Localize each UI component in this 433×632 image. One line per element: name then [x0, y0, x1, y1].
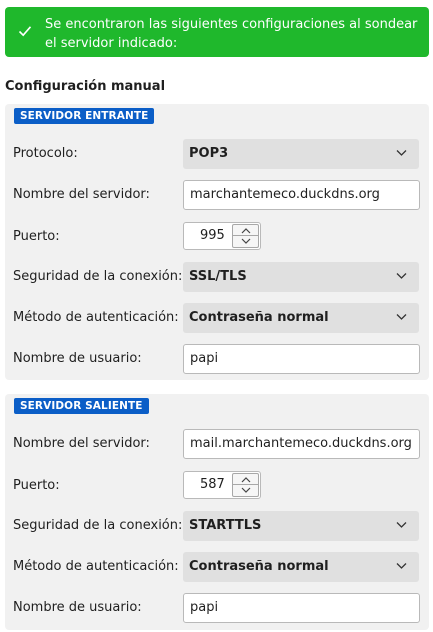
outgoing-server-row: Nombre del servidor: mail.marchantemeco.…: [5, 429, 429, 459]
check-icon: [18, 26, 32, 37]
chevron-down-icon: [396, 314, 407, 320]
outgoing-security-row: Seguridad de la conexión: STARTTLS: [5, 511, 429, 541]
outgoing-security-value: STARTTLS: [189, 518, 262, 533]
incoming-user-value: papi: [190, 351, 219, 366]
chevron-down-icon: [241, 238, 251, 244]
outgoing-auth-row: Método de autenticación: Contraseña norm…: [5, 552, 429, 582]
incoming-protocol-label: Protocolo:: [13, 146, 78, 161]
incoming-security-value: SSL/TLS: [189, 269, 247, 284]
incoming-port-value: 995: [200, 228, 225, 243]
outgoing-auth-select[interactable]: Contraseña normal: [183, 552, 419, 582]
outgoing-port-row: Puerto: 587: [5, 471, 429, 501]
incoming-server-group: SERVIDOR ENTRANTE Protocolo: POP3 Nombre…: [5, 104, 429, 380]
chevron-up-icon: [241, 228, 251, 234]
incoming-server-row: Nombre del servidor: marchantemeco.duckd…: [5, 180, 429, 210]
outgoing-user-label: Nombre de usuario:: [13, 600, 142, 615]
success-banner: Se encontraron las siguientes configurac…: [5, 7, 429, 57]
outgoing-server-label: Nombre del servidor:: [13, 436, 150, 451]
incoming-user-row: Nombre de usuario: papi: [5, 344, 429, 374]
outgoing-auth-value: Contraseña normal: [189, 559, 329, 574]
outgoing-port-stepper[interactable]: 587: [183, 471, 261, 499]
incoming-server-value: marchantemeco.duckdns.org: [190, 187, 380, 202]
outgoing-user-row: Nombre de usuario: papi: [5, 593, 429, 623]
chevron-down-icon: [396, 522, 407, 528]
incoming-user-input[interactable]: papi: [183, 344, 420, 374]
outgoing-server-title: SERVIDOR SALIENTE: [14, 398, 149, 414]
incoming-protocol-select[interactable]: POP3: [183, 139, 419, 169]
incoming-port-stepper[interactable]: 995: [183, 222, 261, 250]
incoming-security-row: Seguridad de la conexión: SSL/TLS: [5, 262, 429, 292]
chevron-down-icon: [241, 487, 251, 493]
incoming-auth-row: Método de autenticación: Contraseña norm…: [5, 303, 429, 333]
section-title: Configuración manual: [5, 79, 166, 94]
chevron-down-icon: [396, 273, 407, 279]
outgoing-user-value: papi: [190, 600, 219, 615]
incoming-protocol-value: POP3: [189, 146, 229, 161]
outgoing-auth-label: Método de autenticación:: [13, 559, 179, 574]
outgoing-port-decrement-button[interactable]: [232, 485, 259, 497]
incoming-auth-label: Método de autenticación:: [13, 310, 179, 325]
outgoing-server-group: SERVIDOR SALIENTE Nombre del servidor: m…: [5, 394, 429, 630]
incoming-port-label: Puerto:: [13, 229, 60, 244]
incoming-port-row: Puerto: 995: [5, 222, 429, 252]
chevron-down-icon: [396, 563, 407, 569]
outgoing-security-label: Seguridad de la conexión:: [13, 518, 183, 533]
outgoing-user-input[interactable]: papi: [183, 593, 420, 623]
incoming-server-input[interactable]: marchantemeco.duckdns.org: [183, 180, 420, 210]
outgoing-server-value: mail.marchantemeco.duckdns.org: [190, 436, 412, 451]
incoming-auth-select[interactable]: Contraseña normal: [183, 303, 419, 333]
incoming-security-select[interactable]: SSL/TLS: [183, 262, 419, 292]
incoming-port-increment-button[interactable]: [232, 224, 259, 236]
banner-message: Se encontraron las siguientes configurac…: [45, 17, 418, 51]
incoming-port-decrement-button[interactable]: [232, 236, 259, 248]
incoming-protocol-row: Protocolo: POP3: [5, 139, 429, 169]
incoming-server-label: Nombre del servidor:: [13, 187, 150, 202]
incoming-server-title: SERVIDOR ENTRANTE: [14, 108, 155, 124]
incoming-user-label: Nombre de usuario:: [13, 351, 142, 366]
chevron-down-icon: [396, 150, 407, 156]
outgoing-port-increment-button[interactable]: [232, 473, 259, 485]
chevron-up-icon: [241, 477, 251, 483]
incoming-auth-value: Contraseña normal: [189, 310, 329, 325]
outgoing-port-value: 587: [200, 477, 225, 492]
outgoing-server-input[interactable]: mail.marchantemeco.duckdns.org: [183, 429, 420, 459]
incoming-security-label: Seguridad de la conexión:: [13, 269, 183, 284]
outgoing-security-select[interactable]: STARTTLS: [183, 511, 419, 541]
outgoing-port-label: Puerto:: [13, 478, 60, 493]
